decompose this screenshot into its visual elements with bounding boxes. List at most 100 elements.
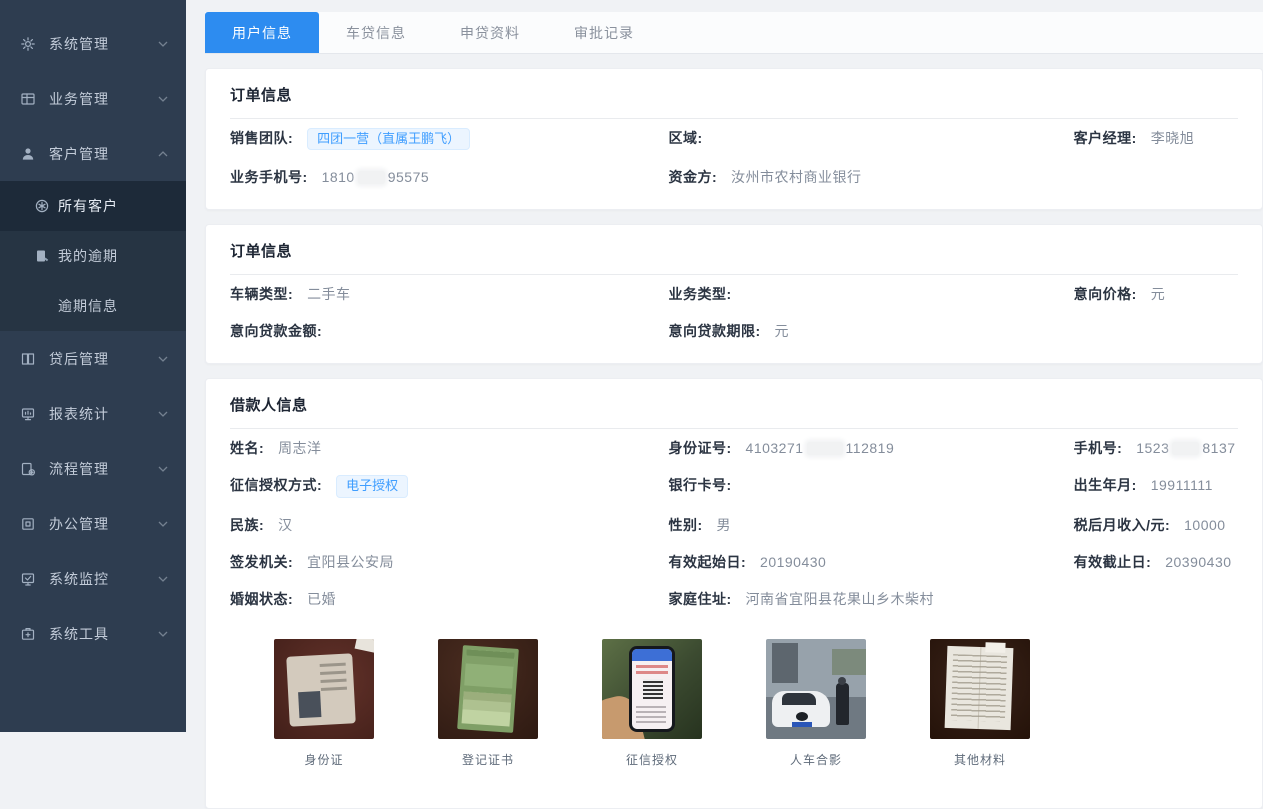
field-funder: 资金方: 汝州市农村商业银行	[668, 167, 1073, 187]
field-valid-from: 有效起始日: 20190430	[668, 552, 1073, 572]
chart-monitor-icon	[20, 406, 36, 422]
workflow-icon	[20, 461, 36, 477]
main-content: 用户信息 车贷信息 申贷资料 审批记录 订单信息 销售团队: 四团一营（直属王鹏…	[186, 0, 1263, 732]
sidebar-item-system-tools[interactable]: 系统工具	[0, 606, 186, 661]
thumbnail-caption: 身份证	[274, 751, 374, 768]
sidebar-item-process-mgmt[interactable]: 流程管理	[0, 441, 186, 496]
monitor-check-icon	[20, 571, 36, 587]
sidebar-item-system-monitor[interactable]: 系统监控	[0, 551, 186, 606]
field-credit-auth-method: 征信授权方式: 电子授权	[230, 475, 668, 497]
sidebar-item-label: 业务管理	[49, 89, 158, 109]
office-icon	[20, 516, 36, 532]
phone-qr-photo[interactable]	[602, 639, 702, 739]
sidebar-item-label: 所有客户	[58, 196, 118, 216]
field-row: 车辆类型: 二手车 业务类型: 意向价格: 元	[230, 275, 1238, 312]
thumbnail-caption: 其他材料	[930, 751, 1030, 768]
sidebar-item-business-mgmt[interactable]: 业务管理	[0, 71, 186, 126]
sidebar-item-label: 报表统计	[49, 404, 158, 424]
document-photo[interactable]	[930, 639, 1030, 739]
thumbnail-caption: 人车合影	[766, 751, 866, 768]
document-thumbnails: 身份证 登记证书 征信授权	[230, 617, 1238, 768]
chevron-down-icon	[158, 576, 168, 582]
book-icon	[20, 351, 36, 367]
thumbnail-credit-auth[interactable]: 征信授权	[602, 639, 702, 768]
field-row: 销售团队: 四团一营（直属王鹏飞） 区域: 客户经理: 李晓旭	[230, 119, 1238, 158]
sidebar-item-label: 我的逾期	[58, 246, 118, 266]
thumbnail-other-document[interactable]: 其他材料	[930, 639, 1030, 768]
sidebar-item-label: 系统管理	[49, 34, 158, 54]
borrower-info-card: 借款人信息 姓名: 周志洋 身份证号: 4103271112819 手机号: 1…	[205, 378, 1263, 808]
green-booklet-photo[interactable]	[438, 639, 538, 739]
sidebar-item-customer-mgmt[interactable]: 客户管理	[0, 126, 186, 181]
field-region: 区域:	[668, 128, 1073, 150]
detail-tabs: 用户信息 车贷信息 申贷资料 审批记录	[205, 12, 1263, 54]
order-info-card-1: 订单信息 销售团队: 四团一营（直属王鹏飞） 区域: 客户经理: 李晓旭 业务手…	[205, 68, 1263, 210]
sidebar-item-label: 流程管理	[49, 459, 158, 479]
privacy-mask	[358, 171, 385, 184]
overdue-icon	[34, 248, 50, 264]
sidebar-item-postloan-mgmt[interactable]: 贷后管理	[0, 331, 186, 386]
id-card-photo[interactable]	[274, 639, 374, 739]
field-row: 婚姻状态: 已婚 家庭住址: 河南省宜阳县花果山乡木柴村	[230, 580, 1238, 617]
card-title: 订单信息	[230, 240, 1238, 275]
field-intent-loan-amount: 意向贷款金额:	[230, 321, 668, 341]
chevron-up-icon	[158, 151, 168, 157]
sidebar-item-label: 客户管理	[49, 144, 158, 164]
thumbnail-person-with-car[interactable]: 人车合影	[766, 639, 866, 768]
thumbnail-id-card[interactable]: 身份证	[274, 639, 374, 768]
card-title: 订单信息	[230, 84, 1238, 119]
field-gender: 性别: 男	[668, 515, 1073, 535]
field-id-number: 身份证号: 4103271112819	[668, 438, 1073, 458]
field-mobile: 手机号: 15238137	[1074, 438, 1238, 458]
field-intent-loan-term: 意向贷款期限: 元	[668, 321, 1073, 341]
field-row: 征信授权方式: 电子授权 银行卡号: 出生年月: 19911111	[230, 466, 1238, 505]
customers-icon	[34, 198, 50, 214]
thumbnail-registration-book[interactable]: 登记证书	[438, 639, 538, 768]
field-business-phone: 业务手机号: 181095575	[230, 167, 668, 187]
user-icon	[20, 146, 36, 162]
tab-loan-application-docs[interactable]: 申贷资料	[433, 12, 547, 53]
sidebar-item-overdue-info[interactable]: 逾期信息	[0, 281, 186, 331]
sidebar-item-label: 贷后管理	[49, 349, 158, 369]
field-bank-card: 银行卡号:	[668, 475, 1073, 497]
field-row: 姓名: 周志洋 身份证号: 4103271112819 手机号: 1523813…	[230, 429, 1238, 466]
sidebar-item-my-overdue[interactable]: 我的逾期	[0, 231, 186, 281]
sidebar-item-system-mgmt[interactable]: 系统管理	[0, 16, 186, 71]
sidebar-item-label: 办公管理	[49, 514, 158, 534]
sidebar-item-all-customers[interactable]: 所有客户	[0, 181, 186, 231]
credit-auth-tag: 电子授权	[336, 475, 408, 497]
toolbox-icon	[20, 626, 36, 642]
order-info-card-2: 订单信息 车辆类型: 二手车 业务类型: 意向价格: 元 意向贷款金额: 意向贷…	[205, 224, 1263, 364]
field-sales-team: 销售团队: 四团一营（直属王鹏飞）	[230, 128, 668, 150]
field-name: 姓名: 周志洋	[230, 438, 668, 458]
thumbnail-caption: 征信授权	[602, 751, 702, 768]
thumbnail-caption: 登记证书	[438, 751, 538, 768]
field-row: 民族: 汉 性别: 男 税后月收入/元: 10000	[230, 506, 1238, 543]
privacy-mask	[1172, 442, 1199, 455]
tab-user-info[interactable]: 用户信息	[205, 12, 319, 53]
field-intent-price: 意向价格: 元	[1074, 284, 1238, 304]
person-with-car-photo[interactable]	[766, 639, 866, 739]
privacy-mask	[807, 442, 843, 455]
field-row: 意向贷款金额: 意向贷款期限: 元	[230, 312, 1238, 349]
grid-icon	[20, 91, 36, 107]
sidebar-item-report-stats[interactable]: 报表统计	[0, 386, 186, 441]
sidebar-item-office-mgmt[interactable]: 办公管理	[0, 496, 186, 551]
card-title: 借款人信息	[230, 394, 1238, 429]
field-row: 业务手机号: 181095575 资金方: 汝州市农村商业银行	[230, 158, 1238, 195]
sidebar: 系统管理 业务管理 客户管理 所有客户 我的逾期 逾	[0, 0, 186, 732]
tab-approval-records[interactable]: 审批记录	[547, 12, 661, 53]
field-account-manager: 客户经理: 李晓旭	[1074, 128, 1238, 150]
field-row: 签发机关: 宜阳县公安局 有效起始日: 20190430 有效截止日: 2039…	[230, 543, 1238, 580]
sidebar-item-label: 逾期信息	[58, 296, 118, 316]
sales-team-tag: 四团一营（直属王鹏飞）	[307, 128, 470, 150]
tab-car-loan-info[interactable]: 车贷信息	[319, 12, 433, 53]
field-valid-to: 有效截止日: 20390430	[1074, 552, 1238, 572]
field-marital-status: 婚姻状态: 已婚	[230, 589, 668, 609]
customer-mgmt-submenu: 所有客户 我的逾期 逾期信息	[0, 181, 186, 331]
sidebar-item-label: 系统监控	[49, 569, 158, 589]
field-home-address: 家庭住址: 河南省宜阳县花果山乡木柴村	[668, 589, 1073, 609]
field-issuing-authority: 签发机关: 宜阳县公安局	[230, 552, 668, 572]
field-ethnicity: 民族: 汉	[230, 515, 668, 535]
spacer	[34, 298, 50, 314]
